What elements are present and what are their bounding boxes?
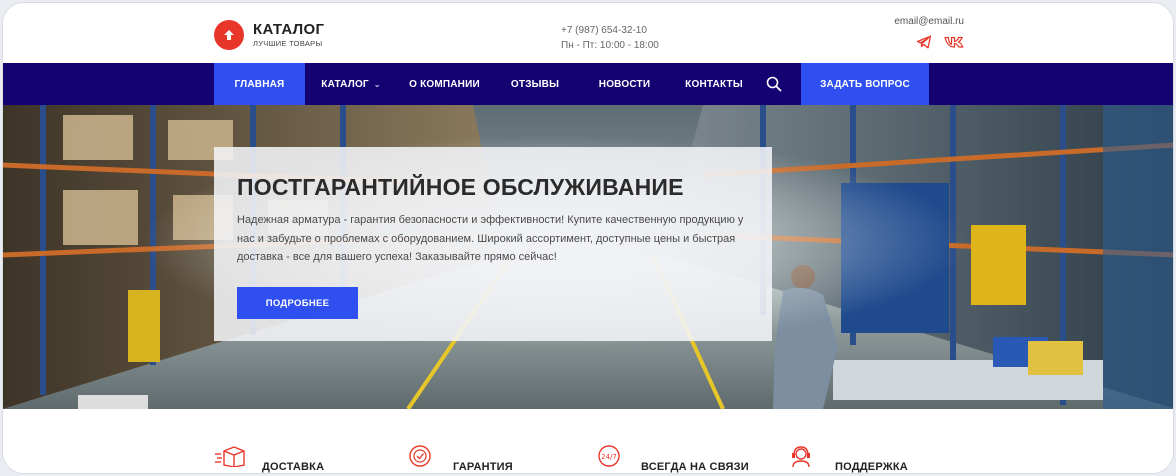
- vk-icon[interactable]: [944, 35, 964, 49]
- hero-description: Надежная арматура - гарантия безопасност…: [237, 214, 744, 263]
- logo-title: КАТАЛОГ: [253, 20, 325, 38]
- logo-arrow-icon: [214, 20, 244, 50]
- nav-item-home[interactable]: ГЛАВНАЯ: [214, 63, 305, 105]
- nav-label: О КОМПАНИИ: [409, 78, 480, 90]
- nav-label: КОНТАКТЫ: [685, 78, 743, 90]
- nav-label: ГЛАВНАЯ: [234, 78, 285, 90]
- top-header: КАТАЛОГ ЛУЧШИЕ ТОВАРЫ +7 (987) 654-32-10…: [3, 3, 1173, 63]
- ask-question-button[interactable]: ЗАДАТЬ ВОПРОС: [801, 63, 929, 105]
- telegram-icon[interactable]: [916, 35, 932, 49]
- phone-number[interactable]: +7 (987) 654-32-10: [561, 23, 659, 38]
- nav-item-reviews[interactable]: ОТЗЫВЫ: [492, 63, 578, 105]
- delivery-box-icon: [214, 445, 246, 472]
- hero-title: ПОСТГАРАНТИЙНОЕ ОБСЛУЖИВАНИЕ: [237, 174, 684, 200]
- nav-item-catalog[interactable]: КАТАЛОГ ⌄: [305, 63, 397, 105]
- nav-item-contacts[interactable]: КОНТАКТЫ: [671, 63, 757, 105]
- feature-always-online[interactable]: 24/7 ВСЕГДА НА СВЯЗИ: [595, 445, 749, 473]
- main-navbar: ГЛАВНАЯ КАТАЛОГ ⌄ О КОМПАНИИ ОТЗЫВЫ НОВО…: [3, 63, 1173, 105]
- guarantee-badge-icon: [407, 445, 433, 472]
- support-headset-icon: [789, 445, 813, 472]
- contact-info: +7 (987) 654-32-10 Пн - Пт: 10:00 - 18:0…: [561, 23, 659, 53]
- browser-frame: КАТАЛОГ ЛУЧШИЕ ТОВАРЫ +7 (987) 654-32-10…: [2, 2, 1174, 474]
- feature-label: ГАРАНТИЯ: [453, 461, 513, 473]
- feature-delivery[interactable]: ДОСТАВКА: [214, 446, 325, 473]
- feature-label: ДОСТАВКА: [262, 461, 325, 473]
- nav-item-about[interactable]: О КОМПАНИИ: [397, 63, 492, 105]
- feature-guarantee[interactable]: ГАРАНТИЯ: [407, 445, 513, 473]
- nav-label: КАТАЛОГ: [321, 78, 369, 90]
- nav-label: НОВОСТИ: [598, 78, 651, 90]
- feature-label: ПОДДЕРЖКА: [835, 461, 908, 473]
- logo[interactable]: КАТАЛОГ ЛУЧШИЕ ТОВАРЫ: [214, 20, 324, 50]
- search-icon[interactable]: [757, 63, 791, 105]
- nav-label: ОТЗЫВЫ: [510, 78, 560, 90]
- 24-7-icon: 24/7: [595, 445, 623, 472]
- more-button[interactable]: ПОДРОБНЕЕ: [237, 287, 358, 319]
- email-link[interactable]: email@email.ru: [894, 16, 964, 27]
- hero-card: ПОСТГАРАНТИЙНОЕ ОБСЛУЖИВАНИЕ Надежная ар…: [214, 147, 772, 341]
- email-block: email@email.ru: [894, 16, 964, 49]
- chevron-down-icon: ⌄: [373, 79, 381, 89]
- features-bar: ДОСТАВКА ГАРАНТИЯ 24/7 ВСЕГДА НА СВЯЗИ П…: [3, 409, 1173, 473]
- nav-item-news[interactable]: НОВОСТИ: [578, 63, 671, 105]
- svg-text:24/7: 24/7: [601, 453, 617, 461]
- feature-support[interactable]: ПОДДЕРЖКА: [789, 446, 908, 473]
- social-links: [894, 35, 964, 49]
- hero-banner: ПОСТГАРАНТИЙНОЕ ОБСЛУЖИВАНИЕ Надежная ар…: [3, 105, 1173, 409]
- working-hours: Пн - Пт: 10:00 - 18:00: [561, 40, 659, 51]
- logo-subtitle: ЛУЧШИЕ ТОВАРЫ: [253, 38, 323, 48]
- feature-label: ВСЕГДА НА СВЯЗИ: [641, 461, 749, 473]
